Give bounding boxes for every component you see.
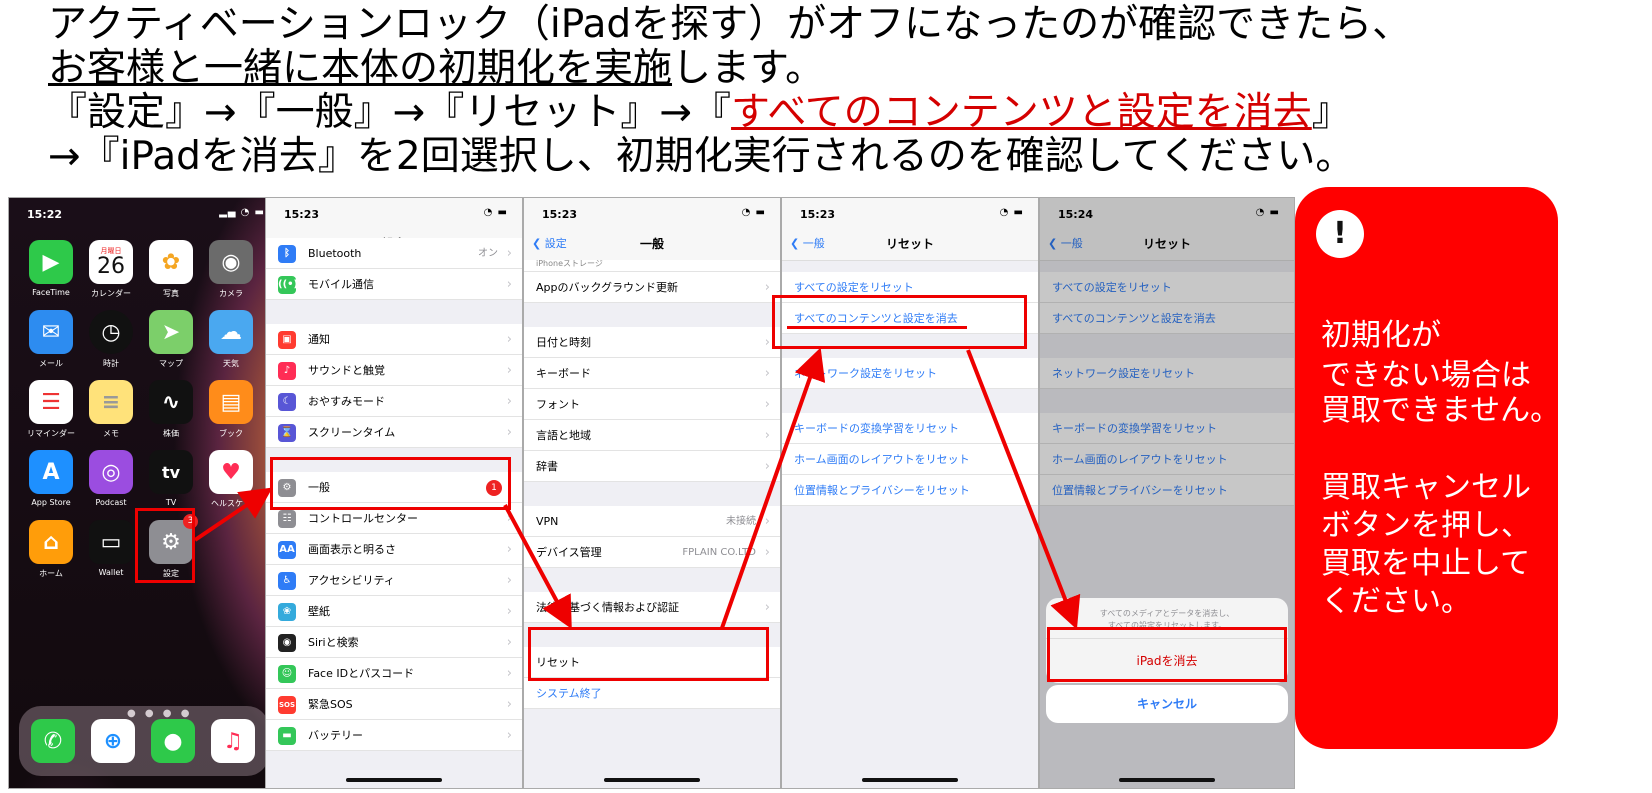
warning-text-3: 買取できません。 xyxy=(1321,393,1561,428)
arrow-settings-to-general xyxy=(193,487,273,542)
arrow-erase-all-to-confirm xyxy=(966,349,1081,630)
warning-text-1: 初期化が xyxy=(1321,318,1441,353)
arrow-general-to-reset xyxy=(503,504,572,630)
warning-panel: ! 初期化が できない場合は 買取できません。 買取キャンセル ボタンを押し、 … xyxy=(1295,187,1561,749)
warning-text-2: できない場合は xyxy=(1321,358,1531,393)
warning-text-5: ボタンを押し、 xyxy=(1321,508,1531,543)
warning-text-7: ください。 xyxy=(1321,584,1471,619)
arrow-reset-to-erase-all xyxy=(720,347,826,629)
warning-text-6: 買取を中止して xyxy=(1321,546,1531,581)
warning-text-4: 買取キャンセル xyxy=(1321,470,1531,505)
exclamation-icon: ! xyxy=(1316,210,1364,258)
